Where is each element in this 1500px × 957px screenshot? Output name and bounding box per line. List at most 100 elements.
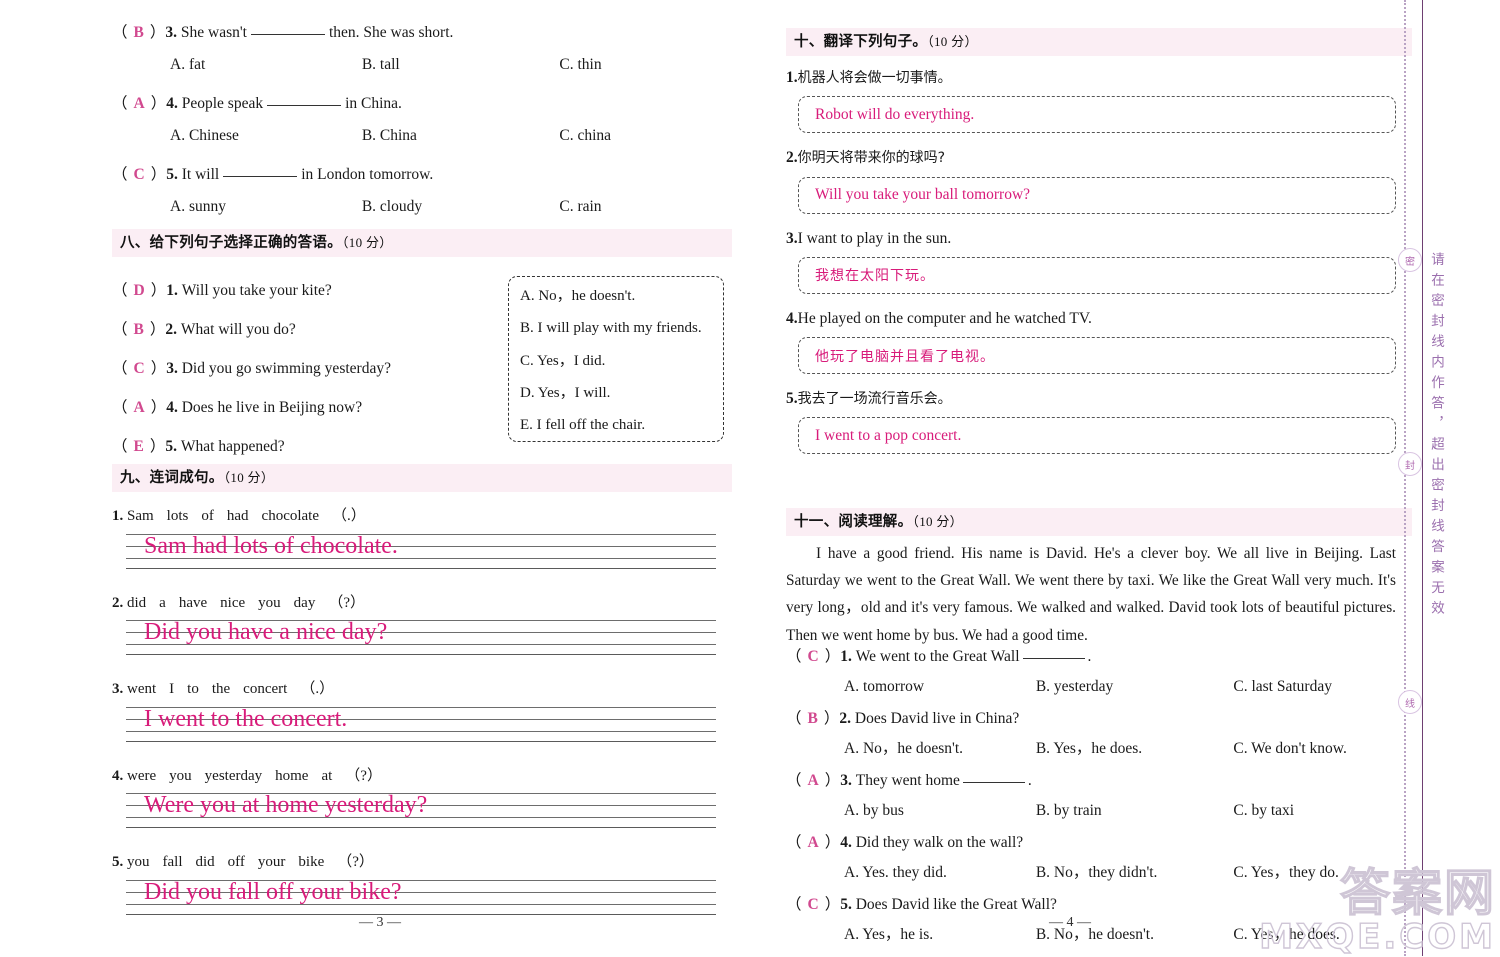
mc-number: 4. [166, 94, 178, 112]
solid-seal-line [1422, 0, 1423, 956]
bracket-close: ） [150, 398, 167, 416]
bracket-open: （ [112, 398, 128, 416]
option-a[interactable]: A. tomorrow [844, 676, 1036, 698]
reading-options: A. No，he doesn't. B. Yes，he does. C. We … [786, 738, 1406, 760]
option-b[interactable]: B. No，they didn't. [1036, 862, 1234, 884]
translate-answer-box[interactable]: Robot will do everything. [798, 96, 1396, 134]
word-order-prompt: 3. went Ito the concert （.） [112, 678, 716, 701]
mc-options: A. sunny B. cloudy C. rain [112, 196, 732, 218]
option-c[interactable]: C. last Saturday [1233, 676, 1406, 698]
option-b[interactable]: B. Yes，he does. [1036, 738, 1234, 760]
option-b[interactable]: B. yesterday [1036, 676, 1234, 698]
word-order-prompt: 1. Sam lots of had chocolate （.） [112, 505, 716, 528]
answer-blank[interactable] [962, 781, 1025, 783]
word: （.） [332, 508, 366, 524]
word-order-item: 2. did a have nice you day （?） Did you have a … [112, 592, 716, 659]
option-a[interactable]: A. by bus [844, 800, 1036, 822]
item-number: 3. [112, 681, 124, 697]
word: you [127, 854, 150, 870]
item-number: 4. [112, 767, 124, 784]
mc-option-a[interactable]: A. fat [170, 54, 362, 76]
mc-option-b[interactable]: B. China [362, 125, 560, 147]
section-9-body: 1. Sam lots of had chocolate （.） Sam had lots… [112, 505, 716, 927]
option-a[interactable]: A. Yes. they did. [844, 862, 1036, 884]
mc-item: （ C ）5. It will in London tomorrow. A. sunn… [112, 164, 732, 219]
choice-d[interactable]: D. Yes，I will. [520, 383, 712, 404]
mc-option-c[interactable]: C. rain [559, 196, 732, 218]
option-c[interactable]: C. Yes，they do. [1233, 862, 1406, 884]
matching-item: （ D ）1. Will you take your kite? [112, 280, 512, 302]
mc-option-b[interactable]: B. tall [362, 54, 560, 76]
mc-stem-after: in London tomorrow. [301, 165, 434, 183]
translate-answer-box[interactable]: I went to a pop concert. [798, 417, 1396, 455]
guide-line [126, 827, 716, 829]
word: your [257, 854, 286, 870]
choice-c[interactable]: C. Yes，I did. [520, 351, 712, 372]
bracket-open: （ [112, 359, 128, 377]
match-answer-mark: A [133, 398, 145, 416]
writing-guide-lines[interactable]: Did you have a nice day? [126, 618, 716, 658]
word: I [169, 681, 175, 697]
option-a[interactable]: A. No，he doesn't. [844, 738, 1036, 760]
answer-blank[interactable] [250, 34, 325, 35]
writing-guide-lines[interactable]: Sam had lots of chocolate. [126, 532, 716, 572]
bracket-close: ） [150, 359, 167, 377]
bracket-open: （ [786, 771, 802, 789]
choice-a[interactable]: A. No，he doesn't. [520, 286, 712, 307]
writing-guide-lines[interactable]: I went to the concert. [126, 705, 716, 745]
handwritten-answer: Sam had lots of chocolate. [144, 532, 398, 559]
reading-question-line: （ A ）4. Did they walk on the wall? [786, 832, 1406, 854]
handwritten-answer: Will you take your ball tomorrow? [815, 186, 1031, 203]
match-number: 5. [165, 437, 177, 455]
reading-question: （ B ）2. Does David live in China? A. No，he… [786, 708, 1406, 761]
handwritten-answer: 我想在太阳下玩。 [815, 268, 935, 285]
word: concert [243, 681, 288, 697]
option-c[interactable]: C. We don't know. [1233, 738, 1406, 760]
translate-answer-box[interactable]: Will you take your ball tomorrow? [798, 176, 1396, 214]
guide-line [126, 740, 716, 742]
choice-e[interactable]: E. I fell off the chair. [520, 415, 712, 436]
stem-before: We went to the Great Wall [855, 648, 1020, 665]
mc-stem-before: People speak [181, 94, 264, 112]
translate-prompt: 3.I want to play in the sun. [786, 227, 1396, 250]
item-number: 3. [840, 771, 852, 789]
word: day [293, 594, 316, 611]
word-order-item: 5. you fall did off your bike （?） Did you fall… [112, 851, 716, 918]
item-number: 3. [786, 229, 798, 247]
match-answer-mark: D [133, 282, 145, 299]
answer-blank[interactable] [223, 175, 298, 177]
mc-option-a[interactable]: A. sunny [170, 196, 362, 218]
section-11-points: （10 分） [912, 514, 963, 529]
answer-blank[interactable] [267, 104, 342, 106]
section-10-title: 十、翻译下列句子。 [794, 34, 928, 50]
word: had [226, 508, 249, 524]
bracket-close: ） [824, 648, 841, 665]
bracket-open: （ [786, 895, 802, 913]
mc-option-a[interactable]: A. Chinese [170, 125, 362, 147]
option-b[interactable]: B. by train [1036, 800, 1234, 822]
reading-question-line: （ C ）5. Does David like the Great Wall? [786, 894, 1406, 916]
writing-guide-lines[interactable]: Were you at home yesterday? [126, 791, 716, 831]
mc-option-c[interactable]: C. thin [559, 54, 732, 76]
word: did [195, 854, 215, 870]
translate-item: 5.我去了一场流行音乐会。 I went to a pop concert. [786, 387, 1396, 455]
handwritten-answer: Robot will do everything. [815, 105, 975, 123]
reading-answer-mark: A [807, 771, 819, 789]
mc-option-b[interactable]: B. cloudy [362, 196, 560, 218]
translate-answer-box[interactable]: 我想在太阳下玩。 [798, 256, 1396, 294]
choice-b[interactable]: B. I will play with my friends. [520, 318, 712, 339]
section-9-title: 九、连词成句。 [120, 470, 224, 486]
mc-stem-before: It will [181, 165, 220, 183]
mc-options: A. fat B. tall C. thin [112, 54, 732, 76]
option-c[interactable]: C. by taxi [1233, 800, 1406, 822]
match-number: 4. [166, 398, 178, 416]
prompt-text: 你明天将带来你的球吗? [797, 150, 946, 167]
translate-answer-box[interactable]: 他玩了电脑并且看了电视。 [798, 337, 1396, 374]
translate-item: 2.你明天将带来你的球吗? Will you take your ball to… [786, 146, 1396, 214]
answer-blank[interactable] [1022, 658, 1085, 659]
translate-prompt: 5.我去了一场流行音乐会。 [786, 387, 1396, 410]
writing-guide-lines[interactable]: Did you fall off your bike? [126, 878, 716, 918]
word: did [127, 594, 147, 611]
word: bike [298, 854, 325, 870]
mc-option-c[interactable]: C. china [559, 125, 732, 147]
